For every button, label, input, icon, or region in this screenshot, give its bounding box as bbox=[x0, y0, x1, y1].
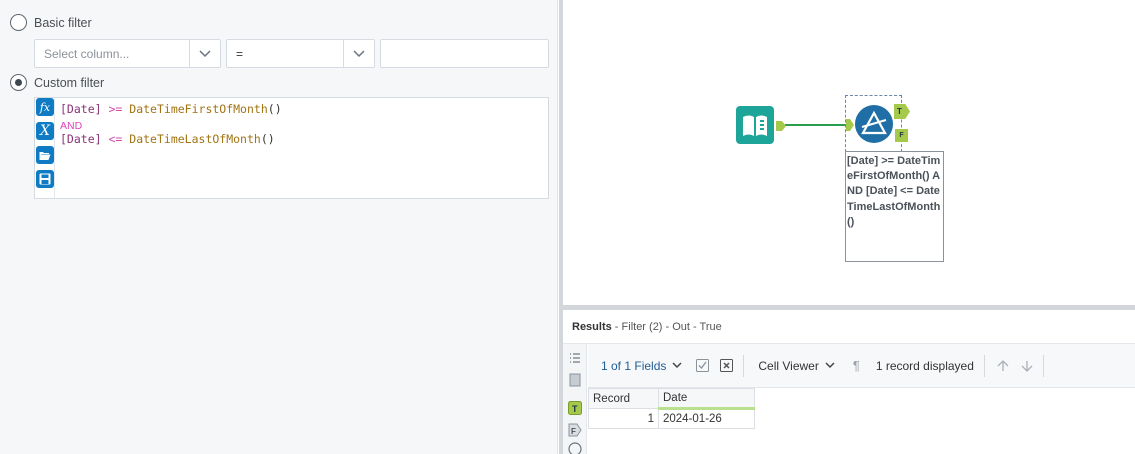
false-output-icon[interactable]: F bbox=[568, 423, 582, 437]
fields-dropdown[interactable]: 1 of 1 Fields bbox=[601, 359, 682, 373]
results-title-context: - Filter (2) - Out - True bbox=[611, 321, 722, 333]
custom-filter-label: Custom filter bbox=[34, 75, 105, 90]
anchor-sidebar: T F bbox=[563, 344, 587, 454]
anchor-icon bbox=[776, 121, 786, 131]
expression-line-3: [Date] <= DateTimeLastOfMonth() bbox=[60, 132, 275, 146]
open-icon[interactable] bbox=[36, 146, 54, 164]
help-icon[interactable] bbox=[568, 442, 582, 454]
operator-token: >= bbox=[108, 102, 123, 116]
keyword-token: AND bbox=[60, 120, 83, 132]
date-cell[interactable]: 2024-01-26 bbox=[658, 408, 755, 429]
save-icon[interactable] bbox=[36, 170, 54, 188]
records-count: 1 record displayed bbox=[875, 358, 974, 373]
column-select[interactable]: Select column... bbox=[34, 39, 221, 68]
input-anchor-icon[interactable] bbox=[568, 373, 582, 387]
input-anchor[interactable] bbox=[846, 119, 854, 134]
filter-icon bbox=[855, 105, 893, 143]
custom-filter-option[interactable]: Custom filter bbox=[10, 74, 104, 91]
anchor-icon bbox=[846, 119, 854, 131]
expression-line-2: AND bbox=[60, 118, 82, 132]
chevron-down-icon bbox=[825, 362, 835, 369]
tool-annotation[interactable]: [Date] >= DateTimeFirstOfMonth() AND [Da… bbox=[845, 151, 944, 262]
pilcrow-icon[interactable]: ¶ bbox=[853, 358, 860, 373]
expression-line-1: [Date] >= DateTimeFirstOfMonth() bbox=[60, 102, 282, 116]
field-token: [Date] bbox=[60, 132, 102, 146]
results-toolbar: 1 of 1 Fields Cell Viewer ¶ 1 record dis… bbox=[588, 344, 1135, 388]
results-title: Results - Filter (2) - Out - True bbox=[572, 321, 722, 333]
filter-config-panel: Basic filter Select column... = Custom f… bbox=[0, 0, 558, 454]
column-header-record[interactable]: Record bbox=[588, 388, 659, 409]
operator-select[interactable]: = bbox=[226, 39, 375, 68]
results-grid[interactable]: Record Date 1 2024-01-26 bbox=[588, 388, 755, 429]
close-icon[interactable] bbox=[720, 359, 734, 372]
fields-dropdown-label: 1 of 1 Fields bbox=[601, 358, 667, 373]
basic-filter-label: Basic filter bbox=[34, 15, 92, 30]
custom-filter-radio[interactable] bbox=[10, 74, 27, 91]
output-anchor[interactable] bbox=[776, 120, 786, 134]
svg-text:T: T bbox=[572, 404, 578, 414]
cell-viewer-dropdown[interactable]: Cell Viewer bbox=[758, 358, 835, 373]
table-row[interactable]: 1 2024-01-26 bbox=[588, 408, 755, 429]
function-icon[interactable]: fx bbox=[36, 98, 54, 116]
checkbox-icon[interactable] bbox=[696, 359, 710, 372]
results-panel: Results - Filter (2) - Out - True T F 1 … bbox=[563, 310, 1135, 454]
function-token: DateTimeLastOfMonth bbox=[129, 132, 261, 146]
chevron-down-icon[interactable] bbox=[343, 40, 374, 67]
value-input[interactable] bbox=[380, 39, 549, 68]
svg-text:F: F bbox=[571, 427, 576, 436]
arrow-up-icon[interactable] bbox=[997, 359, 1009, 372]
paren-token: () bbox=[260, 132, 275, 146]
arrow-down-icon[interactable] bbox=[1021, 360, 1033, 372]
operator-select-value: = bbox=[236, 46, 244, 61]
basic-filter-option[interactable]: Basic filter bbox=[10, 14, 92, 31]
paren-token: () bbox=[267, 102, 282, 116]
operator-token: <= bbox=[108, 132, 123, 146]
filter-tool[interactable] bbox=[855, 105, 893, 146]
list-icon[interactable] bbox=[568, 351, 582, 365]
chevron-down-icon bbox=[672, 362, 682, 369]
true-anchor-label: T bbox=[897, 107, 902, 116]
false-anchor[interactable]: F bbox=[895, 129, 908, 142]
cell-viewer-label: Cell Viewer bbox=[758, 358, 819, 373]
true-output-icon[interactable]: T bbox=[568, 401, 582, 415]
chevron-down-icon[interactable] bbox=[189, 40, 220, 67]
input-data-tool[interactable] bbox=[736, 106, 774, 147]
results-title-bold: Results bbox=[572, 321, 612, 333]
expression-editor[interactable]: fx X [Date] >= DateTimeFirstOfMonth() AN… bbox=[34, 97, 549, 199]
workflow-canvas[interactable]: T F [Date] >= DateTimeFirstOfMonth() AND… bbox=[563, 0, 1135, 305]
variable-icon[interactable]: X bbox=[36, 122, 54, 140]
field-token: [Date] bbox=[60, 102, 102, 116]
function-token: DateTimeFirstOfMonth bbox=[129, 102, 268, 116]
record-cell[interactable]: 1 bbox=[588, 408, 659, 429]
false-anchor-label: F bbox=[899, 132, 904, 139]
column-select-value: Select column... bbox=[44, 46, 130, 61]
book-icon bbox=[736, 106, 774, 144]
basic-filter-radio[interactable] bbox=[10, 14, 27, 31]
column-header-date[interactable]: Date bbox=[658, 388, 755, 410]
